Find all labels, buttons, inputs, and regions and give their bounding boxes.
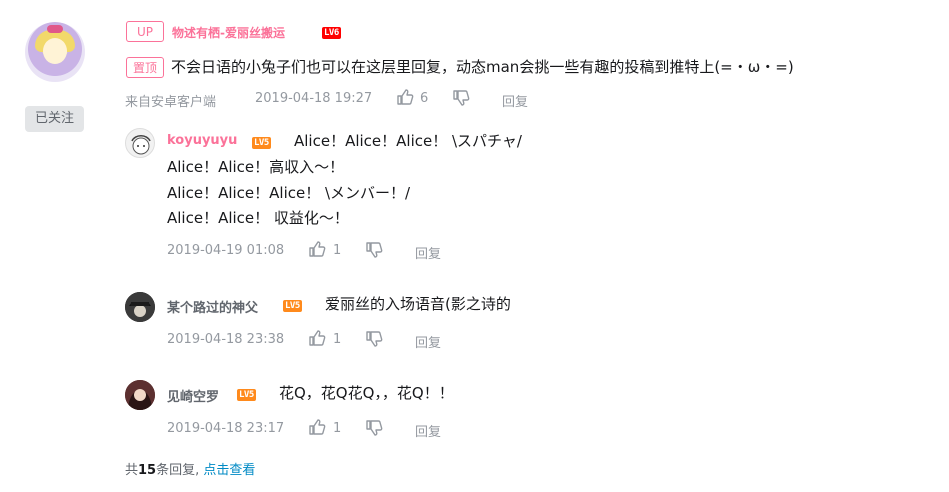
timestamp: 2019-04-19 01:08 <box>167 243 285 258</box>
timestamp: 2019-04-18 23:17 <box>167 421 285 436</box>
reply-text-line: 花Q，花Q花Q，，花Q！！ <box>279 384 454 402</box>
timestamp: 2019-04-18 19:27 <box>255 91 373 106</box>
reply-button[interactable]: 回复 <box>415 243 441 262</box>
reply-avatar[interactable] <box>125 380 155 410</box>
reply-count: 15 <box>138 463 157 478</box>
timestamp: 2019-04-18 23:38 <box>167 332 285 347</box>
dislike-icon[interactable] <box>452 89 470 107</box>
like-count: 1 <box>333 332 342 347</box>
comment-text: 不会日语的小兔子们也可以在这层里回复，动态man会挑一些有趣的投稿到推特上(=・… <box>171 58 794 76</box>
like-icon[interactable] <box>308 240 326 258</box>
reply-summary: 共15条回复, 点击查看 <box>125 459 255 478</box>
reply-username[interactable]: 见崎空罗 <box>167 386 219 405</box>
like-icon[interactable] <box>308 329 326 347</box>
avatar-face <box>43 38 67 64</box>
level-badge: LV5 <box>252 137 271 149</box>
reply-avatar[interactable] <box>125 292 155 322</box>
summary-suffix: 条回复, <box>156 463 200 478</box>
reply-button[interactable]: 回复 <box>415 421 441 440</box>
like-count: 1 <box>333 243 342 258</box>
reply-text-line: Alice！Alice！ 収益化～！ <box>167 209 349 227</box>
avatar[interactable] <box>25 22 85 82</box>
like-count: 6 <box>420 91 429 106</box>
summary-prefix: 共 <box>125 463 139 478</box>
dislike-icon[interactable] <box>365 330 383 348</box>
level-badge: LV5 <box>237 389 256 401</box>
reply-button[interactable]: 回复 <box>415 332 441 351</box>
reply-avatar[interactable] <box>125 128 155 158</box>
reply-text-line: 爱丽丝的入场语音(影之诗的 <box>325 295 511 313</box>
reply-text-line: Alice！Alice！Alice！ \スパチャ/ <box>294 132 522 150</box>
like-count: 1 <box>333 421 342 436</box>
like-icon[interactable] <box>308 418 326 436</box>
username[interactable]: 物述有栖-爱丽丝搬运 <box>172 24 285 41</box>
reply-text-line: Alice！Alice！高収入～！ <box>167 158 345 176</box>
reply-button[interactable]: 回复 <box>502 91 528 110</box>
dislike-icon[interactable] <box>365 241 383 259</box>
reply-username[interactable]: 某个路过的神父 <box>167 297 258 316</box>
pinned-tag: 置顶 <box>126 57 164 78</box>
dislike-icon[interactable] <box>365 419 383 437</box>
avatar-bow <box>47 25 63 33</box>
up-tag: UP <box>126 21 164 42</box>
source-label: 来自安卓客户端 <box>125 95 217 110</box>
view-more-link[interactable]: 点击查看 <box>203 463 255 478</box>
reply-text-line: Alice！Alice！Alice！ \メンバー！/ <box>167 184 411 202</box>
level-badge: LV5 <box>283 300 302 312</box>
reply-username[interactable]: koyuyuyu <box>167 133 237 148</box>
level-badge: LV6 <box>322 27 341 39</box>
follow-button[interactable]: 已关注 <box>25 106 84 132</box>
like-icon[interactable] <box>396 88 414 106</box>
